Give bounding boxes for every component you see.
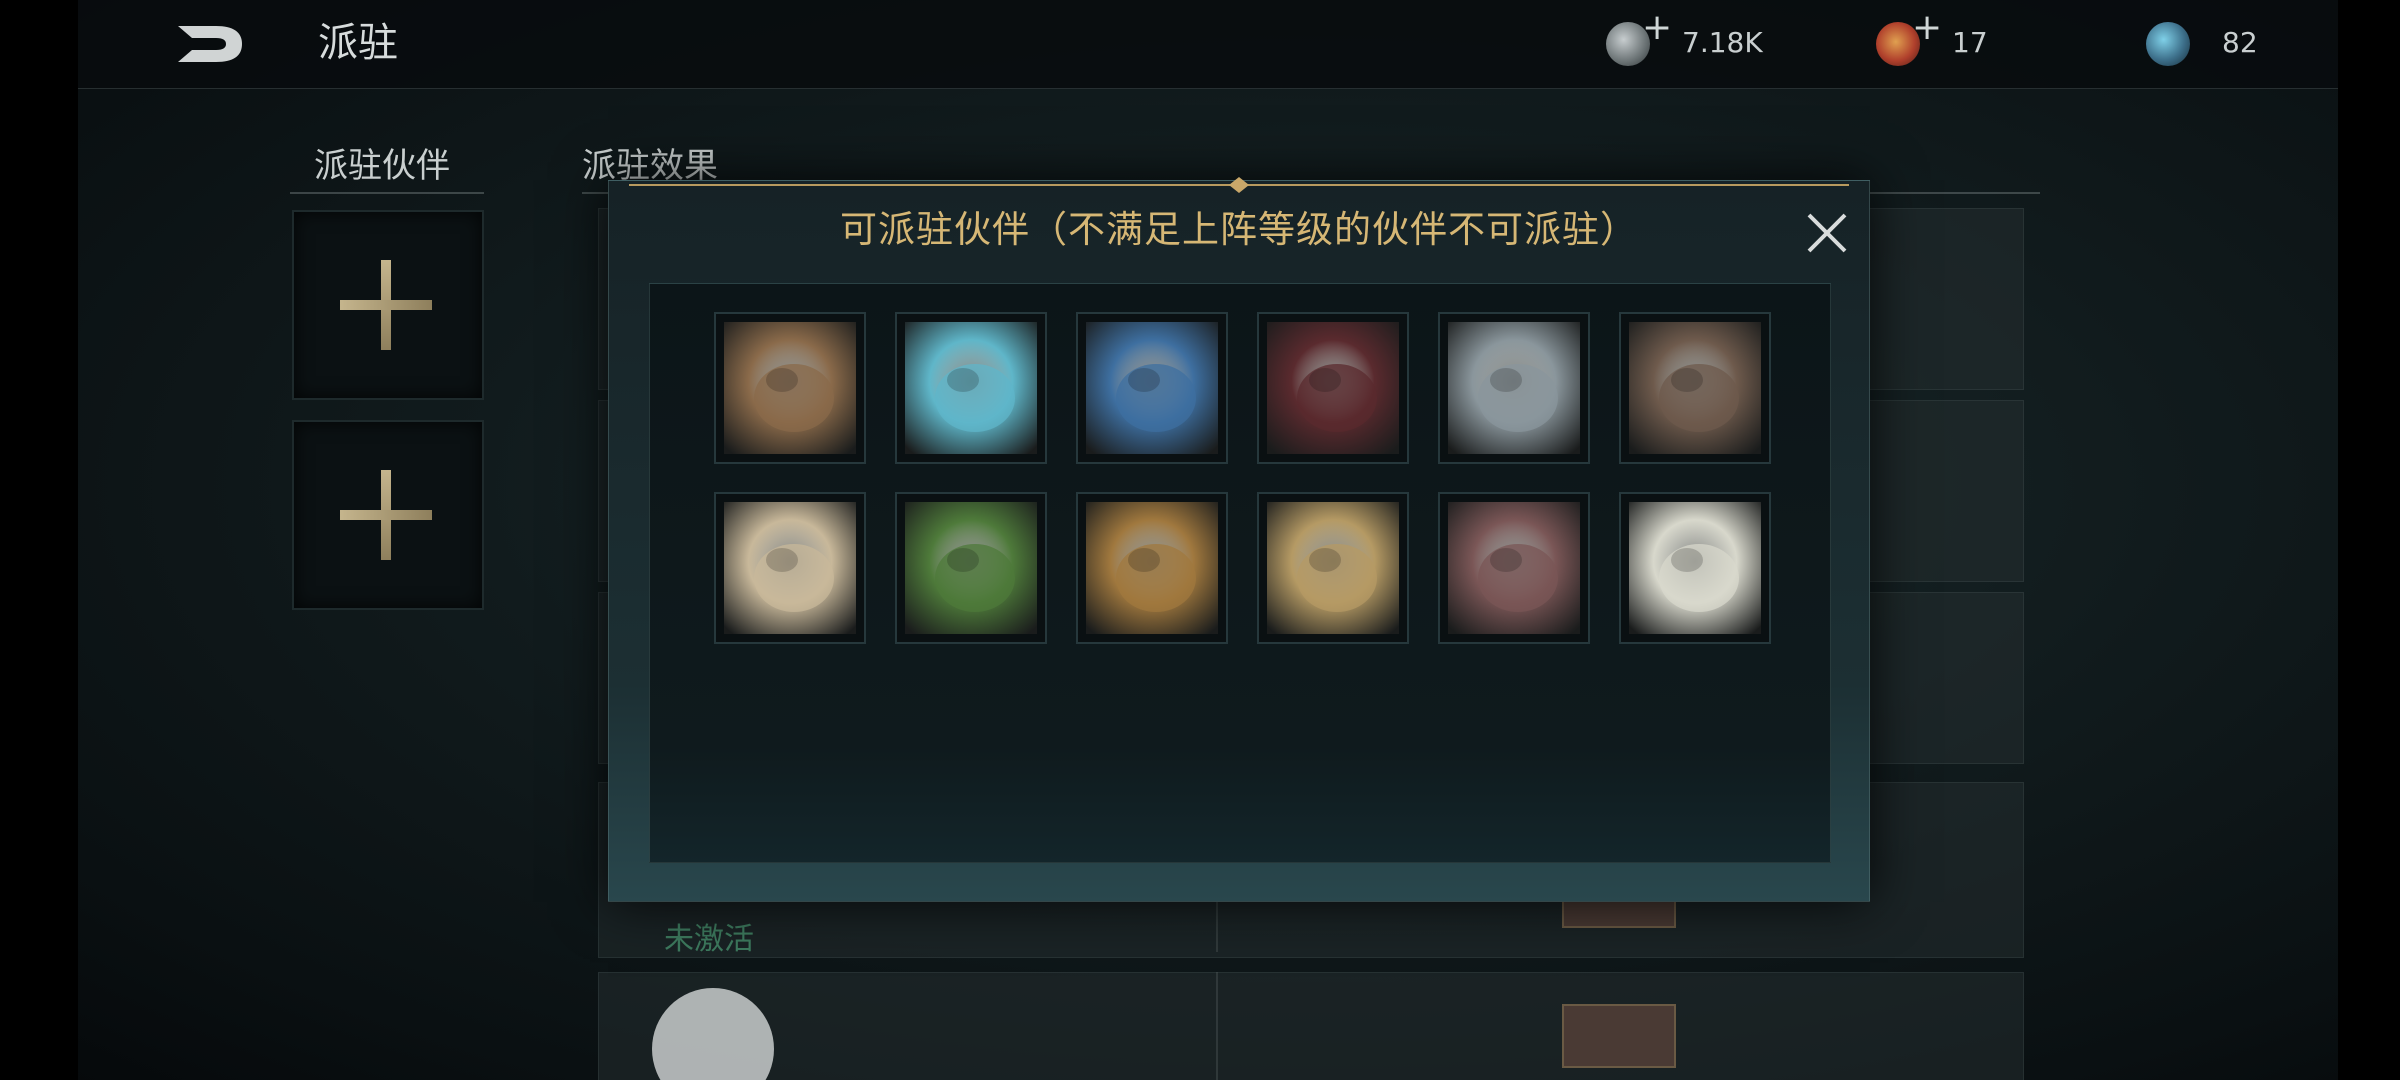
blue-orb-icon bbox=[2146, 22, 2190, 66]
rock-beast-partner-portrait[interactable] bbox=[1619, 312, 1771, 464]
dark-knight-partner-art bbox=[1267, 322, 1399, 454]
effect-row[interactable] bbox=[598, 972, 2024, 1080]
forest-spirit-partner-portrait[interactable] bbox=[895, 492, 1047, 644]
tentacle-beast-partner-art bbox=[1448, 502, 1580, 634]
left-edge bbox=[0, 0, 78, 1080]
blue-orb-value: 82 bbox=[2222, 26, 2258, 59]
partner-grid bbox=[649, 283, 1831, 863]
currency-red-gem: + 17 bbox=[1876, 10, 1988, 68]
silver-value: 7.18K bbox=[1682, 26, 1763, 59]
add-partner-slot-1[interactable] bbox=[292, 210, 484, 400]
forest-spirit-partner-art bbox=[905, 502, 1037, 634]
effect-thumbnail bbox=[1562, 1004, 1676, 1068]
hyena-partner-portrait[interactable] bbox=[1076, 492, 1228, 644]
sheep-partner-art bbox=[1629, 502, 1761, 634]
rock-beast-partner-art bbox=[1629, 322, 1761, 454]
wolf-partner-art bbox=[1448, 322, 1580, 454]
close-icon[interactable] bbox=[1799, 205, 1855, 261]
plus-icon-bar bbox=[340, 510, 432, 520]
goat-partner-portrait[interactable] bbox=[714, 312, 866, 464]
add-silver-button[interactable]: + bbox=[1642, 10, 1672, 46]
hyena-partner-art bbox=[1086, 502, 1218, 634]
back-arrow-icon[interactable] bbox=[172, 18, 246, 70]
dark-knight-partner-portrait[interactable] bbox=[1257, 312, 1409, 464]
eagle-partner-portrait[interactable] bbox=[714, 492, 866, 644]
ice-spirit-partner-art bbox=[905, 322, 1037, 454]
page-title: 派驻 bbox=[318, 20, 398, 66]
plus-icon-bar bbox=[340, 300, 432, 310]
top-bar bbox=[78, 0, 2338, 89]
add-partner-slot-2[interactable] bbox=[292, 420, 484, 610]
modal-title: 可派驻伙伴（不满足上阵等级的伙伴不可派驻） bbox=[840, 208, 1638, 251]
available-partners-modal: 可派驻伙伴（不满足上阵等级的伙伴不可派驻） bbox=[608, 177, 1870, 902]
deer-partner-portrait[interactable] bbox=[1257, 492, 1409, 644]
row-divider bbox=[1216, 972, 1218, 1080]
modal-ornament bbox=[629, 177, 1849, 193]
currency-blue-orb: 82 bbox=[2146, 20, 2258, 68]
tentacle-beast-partner-portrait[interactable] bbox=[1438, 492, 1590, 644]
goat-partner-art bbox=[724, 322, 856, 454]
game-screen: 派驻 + 7.18K + 17 82 派驻伙伴 派驻效果 未激活 可派驻伙伴（不… bbox=[0, 0, 2400, 1080]
sheep-partner-portrait[interactable] bbox=[1619, 492, 1771, 644]
partners-heading-underline bbox=[290, 192, 484, 194]
red-gem-value: 17 bbox=[1952, 26, 1988, 59]
ice-golem-partner-art bbox=[1086, 322, 1218, 454]
inactive-status: 未激活 bbox=[664, 922, 754, 957]
deer-partner-art bbox=[1267, 502, 1399, 634]
wolf-partner-portrait[interactable] bbox=[1438, 312, 1590, 464]
eagle-partner-art bbox=[724, 502, 856, 634]
ice-golem-partner-portrait[interactable] bbox=[1076, 312, 1228, 464]
partners-heading: 派驻伙伴 bbox=[314, 146, 450, 186]
ice-spirit-partner-portrait[interactable] bbox=[895, 312, 1047, 464]
right-edge bbox=[2338, 0, 2400, 1080]
add-red-gem-button[interactable]: + bbox=[1912, 10, 1942, 46]
currency-silver: + 7.18K bbox=[1606, 10, 1763, 68]
